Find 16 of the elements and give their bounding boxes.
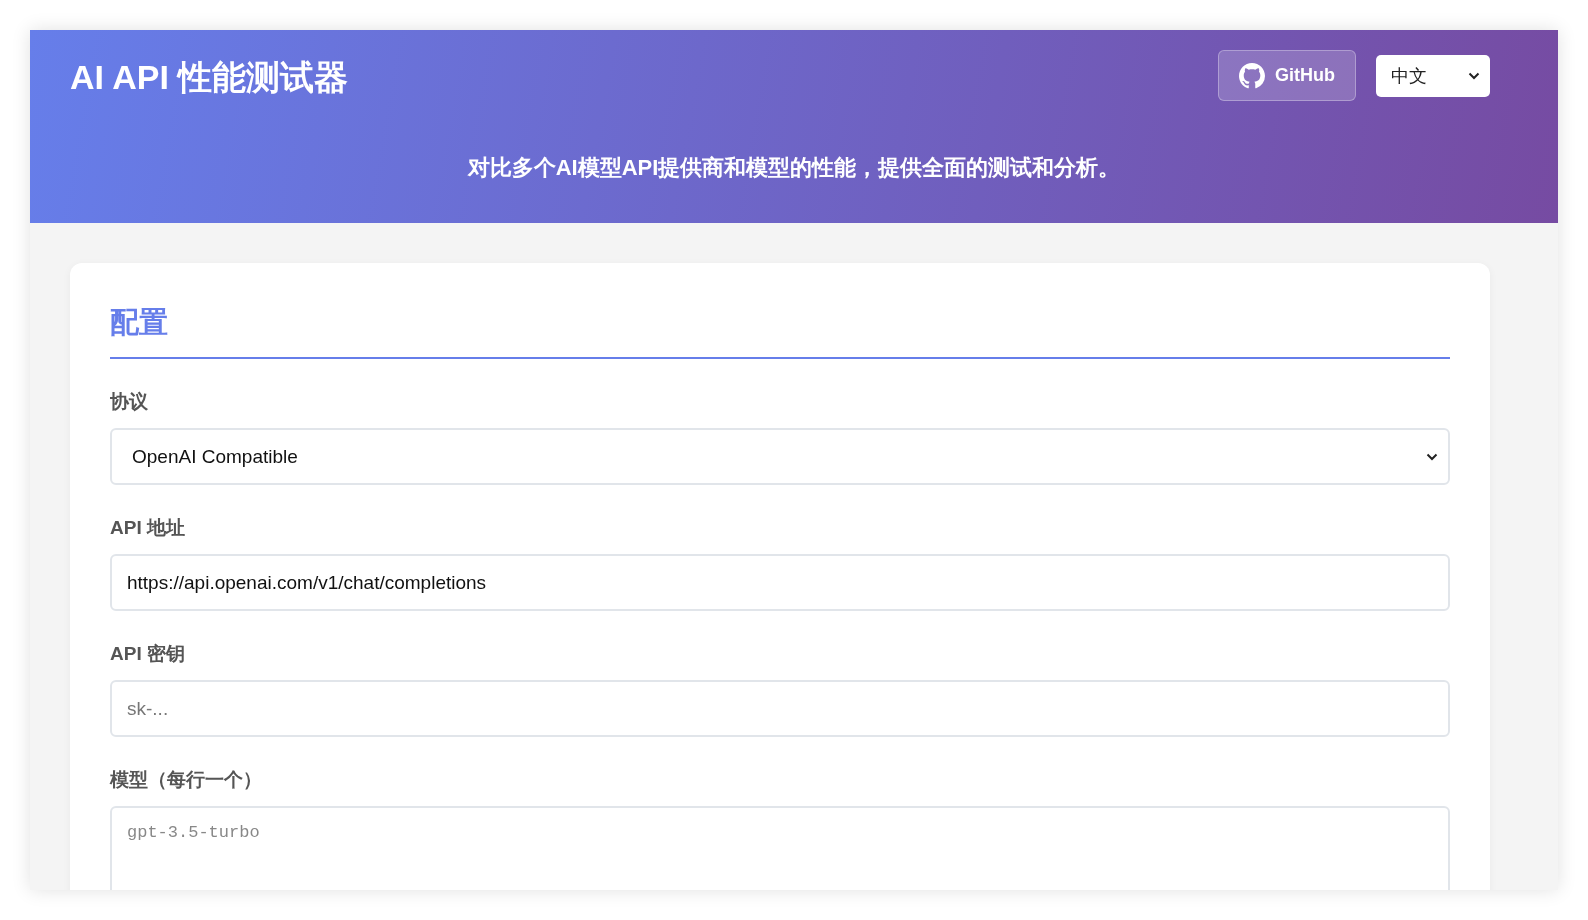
subtitle: 对比多个AI模型API提供商和模型的性能，提供全面的测试和分析。 <box>466 154 1122 182</box>
github-button[interactable]: GitHub <box>1218 50 1356 101</box>
protocol-select[interactable]: OpenAI Compatible <box>110 428 1450 485</box>
chevron-down-icon <box>1426 452 1438 461</box>
github-icon <box>1239 62 1265 89</box>
input-field[interactable]: https://api.openai.com/v1/chat/completions <box>110 554 1450 611</box>
app-title: AI API 性能测试器 <box>70 56 349 98</box>
input-field[interactable]: sk-... <box>110 680 1450 737</box>
chevron-down-icon <box>1468 71 1480 80</box>
field-label: API 密钥 <box>110 642 186 666</box>
models-textarea[interactable]: gpt-3.5-turbo <box>110 806 1450 890</box>
field-label: 模型（每行一个） <box>110 768 263 792</box>
field-label: 协议 <box>110 390 149 414</box>
language-select[interactable]: 中文 <box>1376 54 1490 97</box>
field-label: API 地址 <box>110 516 186 540</box>
section-heading: 配置 <box>110 303 1450 359</box>
